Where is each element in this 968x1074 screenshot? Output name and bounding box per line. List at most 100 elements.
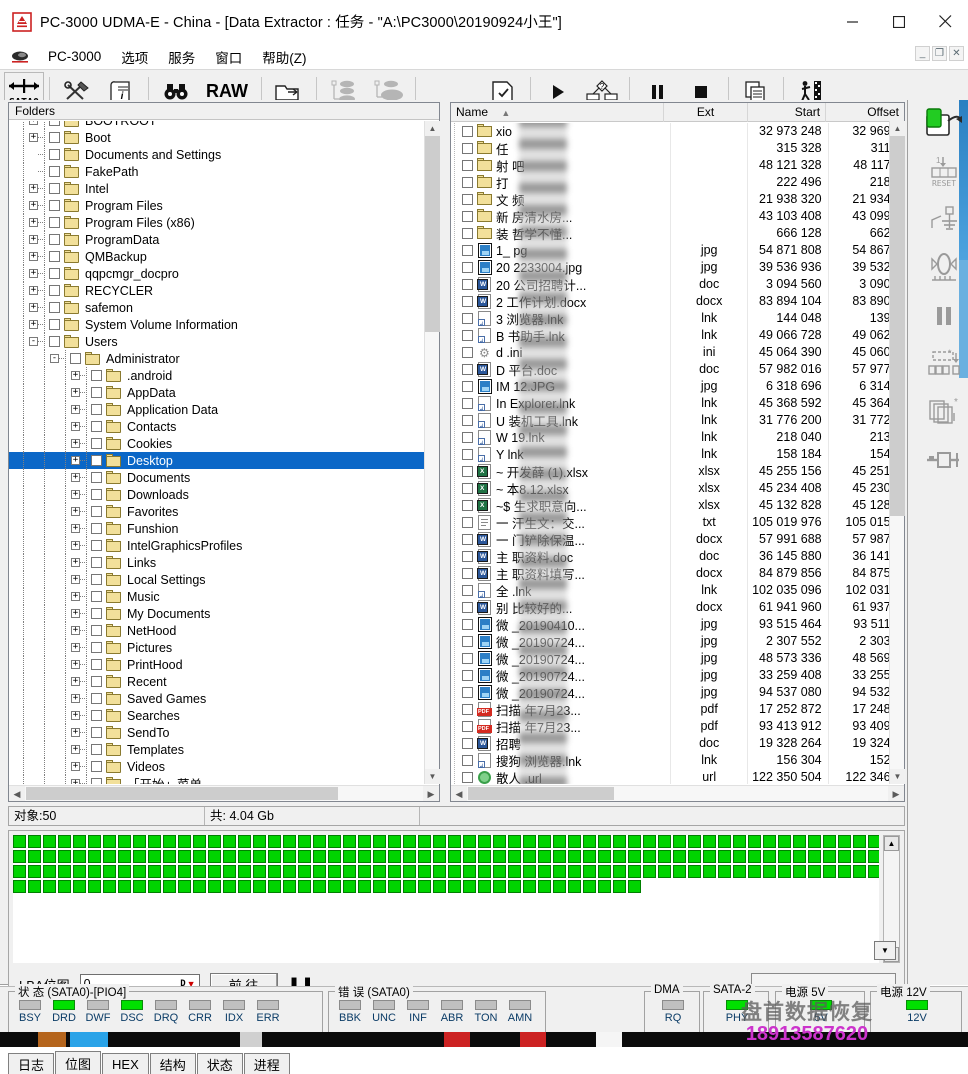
folder-tree-item[interactable]: + My Documents (9, 605, 439, 622)
file-checkbox[interactable] (462, 619, 473, 630)
bitmap-cell[interactable] (853, 850, 866, 863)
bitmap-cell[interactable] (463, 865, 476, 878)
bitmap-cell[interactable] (673, 850, 686, 863)
bitmap-cell[interactable] (343, 835, 356, 848)
menu-item-service[interactable]: 服务 (158, 47, 205, 67)
bitmap-cell[interactable] (223, 865, 236, 878)
file-checkbox[interactable] (462, 415, 473, 426)
tree-expand-icon[interactable]: + (71, 422, 80, 431)
bitmap-cell[interactable] (733, 835, 746, 848)
folder-checkbox[interactable] (91, 523, 102, 534)
bitmap-cell[interactable] (553, 835, 566, 848)
bitmap-cell[interactable] (313, 880, 326, 893)
bitmap-cell[interactable] (853, 835, 866, 848)
reset-button[interactable]: 1 RESET (921, 148, 967, 196)
tab-process[interactable]: 进程 (243, 1053, 290, 1074)
copy-strip-button[interactable]: * (921, 388, 967, 436)
bitmap-cell[interactable] (493, 835, 506, 848)
bitmap-cell[interactable] (478, 865, 491, 878)
tree-expand-icon[interactable]: + (29, 133, 38, 142)
bitmap-cell[interactable] (508, 865, 521, 878)
mdi-restore-button[interactable]: ❐ (932, 46, 947, 61)
bitmap-cell[interactable] (568, 835, 581, 848)
file-checkbox[interactable] (462, 432, 473, 443)
tree-expand-icon[interactable]: + (29, 320, 38, 329)
folder-checkbox[interactable] (91, 744, 102, 755)
close-button[interactable] (922, 0, 968, 44)
file-list-hscrollbar[interactable]: ◀ ▶ (451, 785, 904, 801)
tree-expand-icon[interactable]: + (71, 592, 80, 601)
bitmap-cell[interactable] (328, 865, 341, 878)
bitmap-cell[interactable] (328, 835, 341, 848)
bitmap-cell[interactable] (133, 850, 146, 863)
bitmap-cell[interactable] (28, 835, 41, 848)
bitmap-cell[interactable] (418, 865, 431, 878)
bitmap-cell[interactable] (283, 835, 296, 848)
tab-hex[interactable]: HEX (102, 1053, 149, 1074)
bitmap-cell[interactable] (133, 865, 146, 878)
folder-tree-item[interactable]: + Pictures (9, 639, 439, 656)
bitmap-cell[interactable] (298, 835, 311, 848)
file-checkbox[interactable] (462, 704, 473, 715)
bitmap-cell[interactable] (178, 835, 191, 848)
tree-expand-icon[interactable]: + (71, 473, 80, 482)
folder-checkbox[interactable] (91, 676, 102, 687)
bitmap-cell[interactable] (373, 835, 386, 848)
folder-checkbox[interactable] (91, 727, 102, 738)
folder-tree-item[interactable]: + Music (9, 588, 439, 605)
bitmap-cell[interactable] (568, 850, 581, 863)
bitmap-cell[interactable] (658, 865, 671, 878)
bitmap-cell[interactable] (88, 850, 101, 863)
bitmap-cell[interactable] (808, 850, 821, 863)
bitmap-cell[interactable] (508, 880, 521, 893)
tree-collapse-icon[interactable]: - (29, 337, 38, 346)
bitmap-cell[interactable] (328, 850, 341, 863)
mdi-minimize-button[interactable]: _ (915, 46, 930, 61)
bitmap-cell[interactable] (283, 865, 296, 878)
menu-item-window[interactable]: 窗口 (205, 47, 252, 67)
folder-tree-item[interactable]: + Funshion (9, 520, 439, 537)
bitmap-cell[interactable] (748, 850, 761, 863)
folder-tree[interactable]: + BOOTROOT + Boot Documents and Settings Fake… (9, 121, 439, 784)
bitmap-cell[interactable] (463, 835, 476, 848)
bitmap-cell[interactable] (508, 850, 521, 863)
bitmap-cell[interactable] (118, 865, 131, 878)
bitmap-cell[interactable] (223, 850, 236, 863)
bitmap-cell[interactable] (778, 835, 791, 848)
bitmap-cell[interactable] (478, 880, 491, 893)
minimize-button[interactable] (830, 0, 876, 44)
tab-structure[interactable]: 结构 (149, 1053, 196, 1074)
folder-checkbox[interactable] (91, 642, 102, 653)
menu-item-pc3000[interactable]: PC-3000 (38, 49, 111, 64)
file-checkbox[interactable] (462, 772, 473, 783)
tree-expand-icon[interactable]: + (71, 541, 80, 550)
folder-checkbox[interactable] (91, 608, 102, 619)
bitmap-cell[interactable] (823, 835, 836, 848)
bitmap-cell[interactable] (388, 880, 401, 893)
bitmap-cell[interactable] (118, 850, 131, 863)
bitmap-cell[interactable] (478, 850, 491, 863)
bitmap-cell[interactable] (193, 865, 206, 878)
folder-tree-item[interactable]: + .android (9, 367, 439, 384)
connector-button[interactable] (921, 436, 967, 484)
bitmap-cell[interactable] (538, 865, 551, 878)
bitmap-cell[interactable] (103, 850, 116, 863)
bitmap-cell[interactable] (433, 865, 446, 878)
column-header-ext[interactable]: Ext (664, 103, 749, 122)
tree-expand-icon[interactable]: + (29, 235, 38, 244)
bitmap-cell[interactable] (628, 850, 641, 863)
file-checkbox[interactable] (462, 143, 473, 154)
bitmap-cell[interactable] (103, 835, 116, 848)
folder-checkbox[interactable] (91, 540, 102, 551)
folder-checkbox[interactable] (49, 285, 60, 296)
bitmap-cell[interactable] (268, 865, 281, 878)
bitmap-cell[interactable] (88, 865, 101, 878)
taskbar-item-3[interactable] (240, 1032, 262, 1047)
file-checkbox[interactable] (462, 721, 473, 732)
bitmap-cell[interactable] (13, 865, 26, 878)
bitmap-cell[interactable] (868, 850, 879, 863)
folder-checkbox[interactable] (49, 302, 60, 313)
bitmap-cell[interactable] (838, 850, 851, 863)
folder-checkbox[interactable] (91, 472, 102, 483)
bitmap-cell[interactable] (343, 850, 356, 863)
